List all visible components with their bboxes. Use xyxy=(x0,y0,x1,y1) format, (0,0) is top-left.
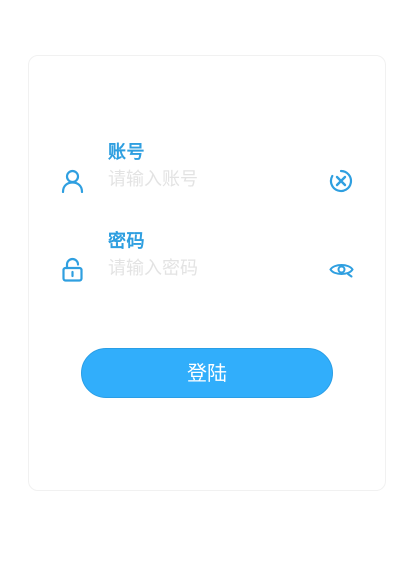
account-input[interactable] xyxy=(108,166,308,192)
eye-icon[interactable] xyxy=(329,261,354,278)
user-icon xyxy=(61,169,84,193)
password-label: 密码 xyxy=(108,231,145,252)
lock-icon xyxy=(62,257,83,282)
password-input[interactable] xyxy=(108,255,308,281)
clear-circle-icon[interactable] xyxy=(329,169,353,193)
login-button[interactable]: 登陆 xyxy=(81,348,333,398)
account-label: 账号 xyxy=(108,142,145,163)
